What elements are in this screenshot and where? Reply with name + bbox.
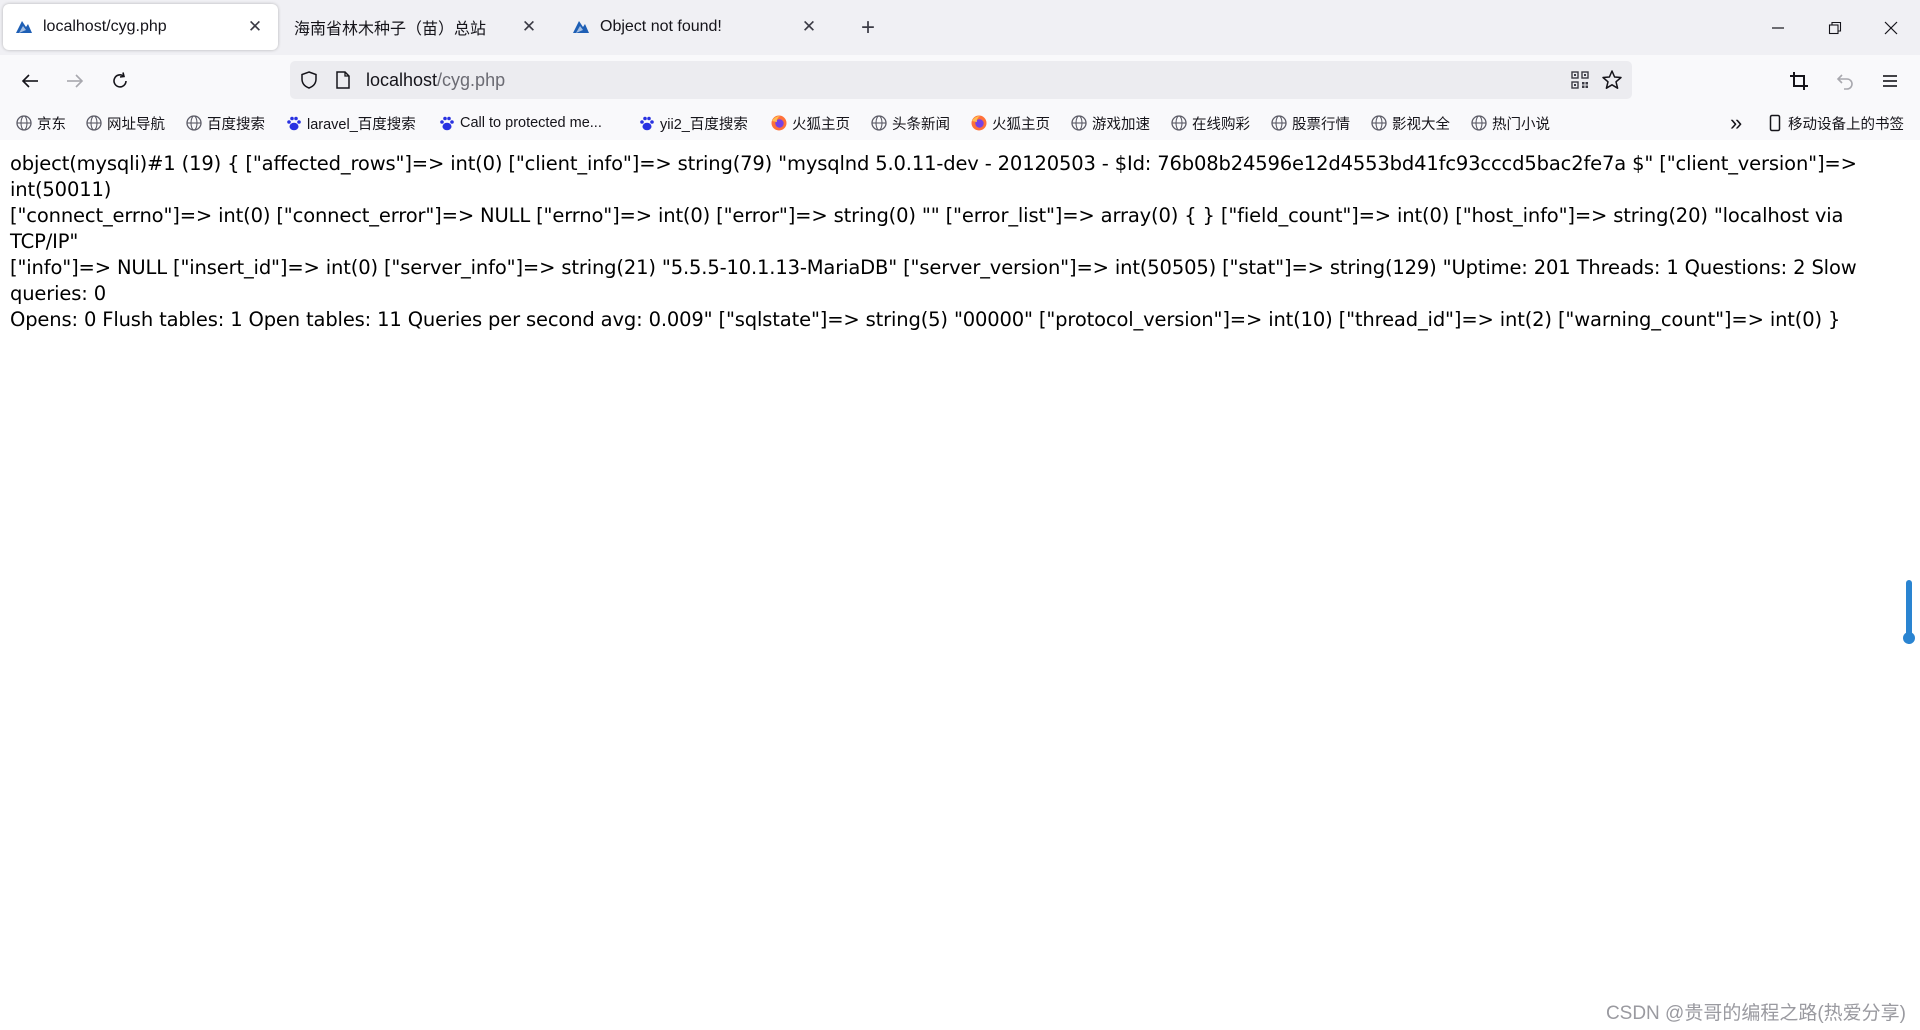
xampp-favicon-icon bbox=[16, 21, 32, 33]
url-host: localhost bbox=[366, 70, 438, 90]
bookmark-item[interactable]: 火狐主页 bbox=[770, 106, 850, 140]
minimize-icon bbox=[1772, 26, 1784, 29]
bookmark-item[interactable]: 在线购彩 bbox=[1170, 106, 1250, 140]
globe-icon bbox=[1171, 115, 1187, 131]
bookmark-label: 头条新闻 bbox=[892, 116, 950, 133]
navigation-toolbar: localhost/cyg.php bbox=[0, 55, 1920, 106]
tab-object-not-found[interactable]: Object not found! ✕ bbox=[560, 4, 832, 50]
bookmark-item[interactable]: 游戏加速 bbox=[1070, 106, 1150, 140]
crop-icon bbox=[1790, 72, 1808, 90]
bookmark-label: laravel_百度搜索 bbox=[307, 116, 416, 133]
globe-icon bbox=[16, 115, 32, 131]
reload-icon bbox=[113, 72, 127, 88]
tab-close-icon[interactable]: ✕ bbox=[798, 16, 820, 38]
bookmark-item[interactable]: 京东 bbox=[15, 106, 66, 140]
minimize-button[interactable] bbox=[1755, 0, 1801, 55]
bookmark-label: 移动设备上的书签 bbox=[1788, 116, 1904, 133]
reload-button[interactable] bbox=[104, 65, 136, 97]
firefox-icon bbox=[971, 115, 987, 131]
globe-icon bbox=[186, 115, 202, 131]
tab-hainan-seed[interactable]: 海南省林木种子（苗）总站 ✕ bbox=[282, 4, 552, 50]
bookmark-item[interactable]: 百度搜索 bbox=[185, 106, 265, 140]
browser-window: localhost/cyg.php ✕ 海南省林木种子（苗）总站 ✕ Objec… bbox=[0, 0, 1920, 1030]
bookmark-label: 游戏加速 bbox=[1092, 116, 1150, 133]
close-icon bbox=[1884, 21, 1898, 34]
close-window-button[interactable] bbox=[1868, 0, 1914, 55]
var-dump-line: object(mysqli)#1 (19) { ["affected_rows"… bbox=[10, 152, 1857, 201]
baidu-paw-icon bbox=[640, 116, 654, 131]
bookmark-item[interactable]: 头条新闻 bbox=[870, 106, 950, 140]
bookmark-label: 股票行情 bbox=[1292, 116, 1350, 133]
restore-icon bbox=[1828, 21, 1842, 34]
tab-title: Object not found! bbox=[600, 18, 722, 35]
bookmark-label: 热门小说 bbox=[1492, 116, 1550, 133]
tab-strip: localhost/cyg.php ✕ 海南省林木种子（苗）总站 ✕ Objec… bbox=[0, 0, 1920, 55]
bookmark-item[interactable]: 影视大全 bbox=[1370, 106, 1450, 140]
var-dump-line: Opens: 0 Flush tables: 1 Open tables: 11… bbox=[10, 308, 1841, 331]
bookmark-label: 京东 bbox=[37, 116, 66, 133]
bookmark-item[interactable]: yii2_百度搜索 bbox=[638, 106, 748, 140]
bookmarks-toolbar: 京东 网址导航 百度搜索 laravel_百度搜索 Call to protected … bbox=[0, 106, 1920, 140]
bookmark-label: 影视大全 bbox=[1392, 116, 1450, 133]
globe-icon bbox=[871, 115, 887, 131]
bookmark-label: 火狐主页 bbox=[992, 116, 1050, 133]
bookmark-item[interactable]: 火狐主页 bbox=[970, 106, 1050, 140]
bookmark-label: 百度搜索 bbox=[207, 116, 265, 133]
undo-arrow-icon bbox=[1836, 74, 1853, 90]
screenshot-button[interactable] bbox=[1783, 65, 1815, 97]
globe-icon bbox=[1371, 115, 1387, 131]
bookmarks-overflow-chevron-icon[interactable]: » bbox=[1730, 106, 1742, 140]
globe-icon bbox=[1471, 115, 1487, 131]
bookmark-label: Call to protected me... bbox=[460, 115, 602, 131]
tab-title: 海南省林木种子（苗）总站 bbox=[294, 21, 487, 38]
globe-icon bbox=[1071, 115, 1087, 131]
bookmark-item[interactable]: Call to protected me... bbox=[438, 106, 602, 140]
new-tab-button[interactable]: + bbox=[853, 13, 883, 43]
bookmark-item[interactable]: 热门小说 bbox=[1470, 106, 1550, 140]
scrollbar-thumb-cap[interactable] bbox=[1903, 632, 1915, 644]
bookmark-item[interactable]: 网址导航 bbox=[85, 106, 165, 140]
tab-localhost-cyg[interactable]: localhost/cyg.php ✕ bbox=[3, 4, 278, 50]
baidu-paw-icon bbox=[287, 116, 301, 131]
back-button[interactable] bbox=[14, 65, 46, 97]
bookmark-star-icon[interactable] bbox=[1601, 69, 1623, 91]
var-dump-line: ["info"]=> NULL ["insert_id"]=> int(0) [… bbox=[10, 256, 1857, 305]
baidu-paw-icon bbox=[440, 116, 454, 131]
mobile-bookmarks-folder[interactable]: 移动设备上的书签 bbox=[1766, 106, 1904, 140]
url-text[interactable]: localhost/cyg.php bbox=[366, 61, 505, 99]
hamburger-menu-icon bbox=[1883, 75, 1897, 87]
firefox-icon bbox=[771, 115, 787, 131]
tracking-protection-shield-icon[interactable] bbox=[299, 70, 319, 90]
page-info-icon[interactable] bbox=[334, 70, 352, 90]
bookmark-label: 网址导航 bbox=[107, 116, 165, 133]
bookmark-item[interactable]: 股票行情 bbox=[1270, 106, 1350, 140]
forward-button[interactable] bbox=[59, 65, 91, 97]
back-arrow-icon bbox=[21, 74, 38, 88]
globe-icon bbox=[1271, 115, 1287, 131]
xampp-favicon-icon bbox=[573, 21, 589, 33]
globe-icon bbox=[86, 115, 102, 131]
bookmark-label: yii2_百度搜索 bbox=[660, 116, 748, 133]
tab-title: localhost/cyg.php bbox=[43, 18, 167, 35]
csdn-watermark: CSDN @贵哥的编程之路(热爱分享) bbox=[1605, 1003, 1906, 1024]
undo-button[interactable] bbox=[1829, 65, 1861, 97]
qr-code-icon[interactable] bbox=[1570, 70, 1590, 90]
var-dump-line: ["connect_errno"]=> int(0) ["connect_err… bbox=[10, 204, 1844, 253]
tab-close-icon[interactable]: ✕ bbox=[244, 16, 266, 38]
mobile-device-icon bbox=[1769, 114, 1781, 132]
bookmark-label: 在线购彩 bbox=[1192, 116, 1250, 133]
restore-button[interactable] bbox=[1812, 0, 1858, 55]
tab-close-icon[interactable]: ✕ bbox=[518, 16, 540, 38]
forward-arrow-icon bbox=[67, 74, 84, 88]
url-bar[interactable]: localhost/cyg.php bbox=[290, 61, 1632, 99]
app-menu-button[interactable] bbox=[1874, 65, 1906, 97]
bookmark-item[interactable]: laravel_百度搜索 bbox=[285, 106, 416, 140]
bookmark-label: 火狐主页 bbox=[792, 116, 850, 133]
page-content: object(mysqli)#1 (19) { ["affected_rows"… bbox=[10, 151, 1910, 333]
url-path: /cyg.php bbox=[437, 70, 506, 90]
